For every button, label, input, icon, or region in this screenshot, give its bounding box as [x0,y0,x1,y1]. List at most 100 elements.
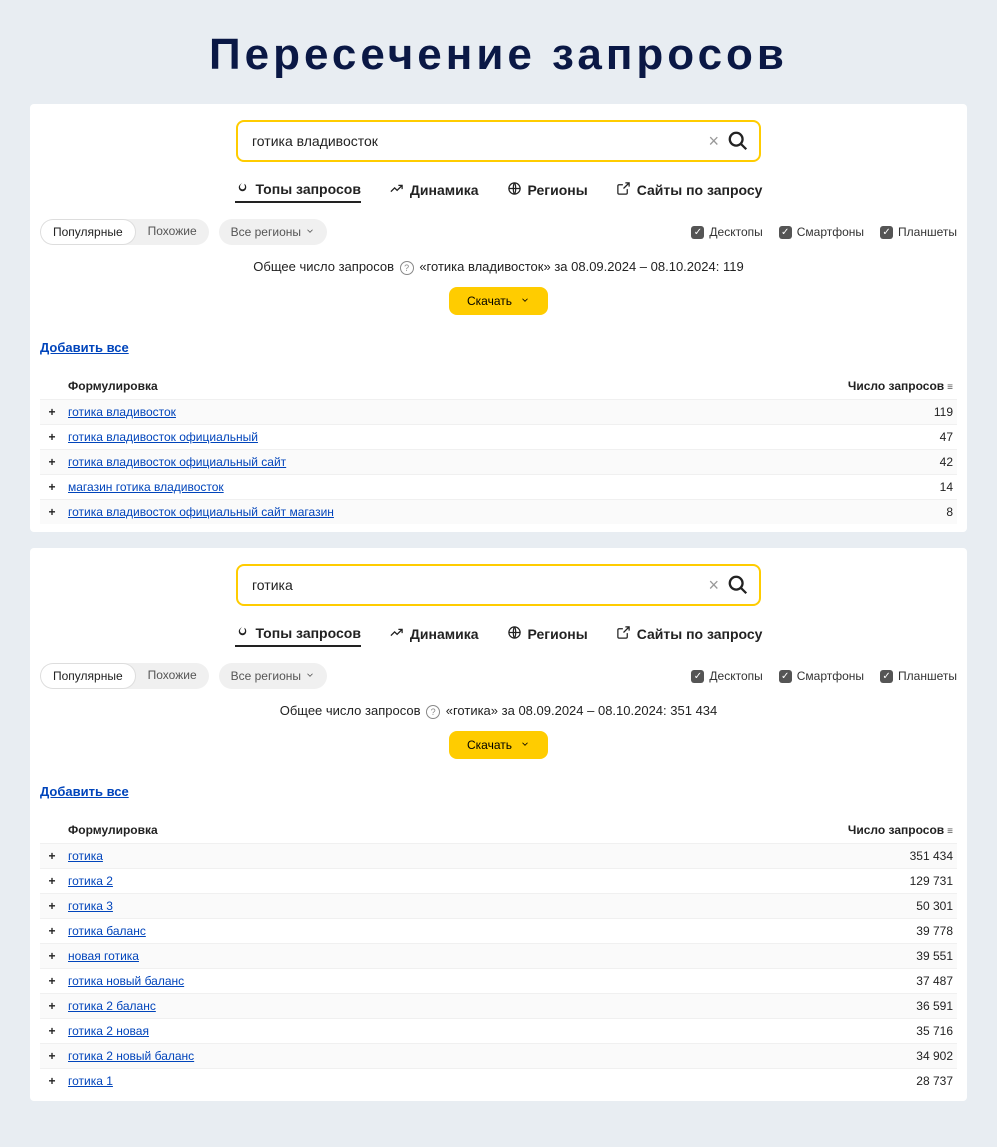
tab-label: Топы запросов [256,181,361,197]
device-label: Смартфоны [797,225,864,239]
phrase-link[interactable]: готика 2 новый баланс [68,1049,194,1063]
add-row-button[interactable]: + [40,919,64,944]
tab-2[interactable]: Регионы [507,624,588,647]
globe-icon [507,181,522,199]
tab-3[interactable]: Сайты по запросу [616,180,763,203]
stats-prefix: Общее число запросов [280,703,421,718]
phrase-link[interactable]: готика 1 [68,1074,113,1088]
add-row-button[interactable]: + [40,450,64,475]
count-value: 28 737 [549,1069,957,1094]
add-all-link[interactable]: Добавить все [40,784,129,799]
tab-0[interactable]: Топы запросов [235,180,361,203]
search-button[interactable] [727,130,749,152]
info-icon[interactable]: ? [400,261,414,275]
add-row-button[interactable]: + [40,994,64,1019]
phrase-link[interactable]: готика баланс [68,924,146,938]
clear-icon[interactable]: × [700,575,727,596]
table-row: + готика новый баланс 37 487 [40,969,957,994]
tab-1[interactable]: Динамика [389,624,479,647]
tab-label: Регионы [528,626,588,642]
checkbox-icon: ✓ [691,670,704,683]
device-check-0[interactable]: ✓Десктопы [691,669,762,683]
checkbox-icon: ✓ [779,670,792,683]
device-check-1[interactable]: ✓Смартфоны [779,225,864,239]
tab-2[interactable]: Регионы [507,180,588,203]
table-row: +готика 2 новая35 716 [40,1019,957,1044]
col-phrase[interactable]: Формулировка [64,373,696,400]
device-label: Планшеты [898,669,957,683]
results-table: ФормулировкаЧисло запросов≡ + готика влади… [40,373,957,524]
table-row: +готика владивосток официальный47 [40,425,957,450]
table-row: +готика 2129 731 [40,869,957,894]
phrase-link[interactable]: новая готика [68,949,139,963]
controls-row: ПопулярныеПохожиеВсе регионы✓Десктопы✓См… [40,663,957,689]
region-filter[interactable]: Все регионы [219,219,327,245]
tab-label: Динамика [410,182,479,198]
add-row-button[interactable]: + [40,475,64,500]
count-value: 37 487 [549,969,957,994]
table-row: + готика 1 28 737 [40,1069,957,1094]
count-value: 36 591 [549,994,957,1019]
phrase-link[interactable]: готика владивосток официальный [68,430,258,444]
phrase-link[interactable]: готика новый баланс [68,974,184,988]
add-all-link[interactable]: Добавить все [40,340,129,355]
device-label: Смартфоны [797,669,864,683]
search-button[interactable] [727,574,749,596]
phrase-link[interactable]: готика 2 баланс [68,999,156,1013]
search-input[interactable] [252,133,700,149]
col-count[interactable]: Число запросов≡ [696,373,957,400]
add-row-button[interactable]: + [40,844,64,869]
add-row-button[interactable]: + [40,425,64,450]
download-label: Скачать [467,738,512,752]
search-box: × [236,120,761,162]
search-box: × [236,564,761,606]
col-count[interactable]: Число запросов≡ [549,817,957,844]
phrase-link[interactable]: готика владивосток официальный сайт [68,455,286,469]
stats-query: «готика владивосток» [419,259,550,274]
add-row-button[interactable]: + [40,969,64,994]
seg-1[interactable]: Похожие [136,663,209,689]
tab-label: Регионы [528,182,588,198]
add-row-button[interactable]: + [40,869,64,894]
device-check-2[interactable]: ✓Планшеты [880,669,957,683]
device-check-1[interactable]: ✓ Смартфоны [779,669,864,683]
table-row: +готика владивосток официальный сайт42 [40,450,957,475]
trend-icon [389,625,404,643]
download-button[interactable]: Скачать [449,287,548,315]
info-icon[interactable]: ? [426,705,440,719]
device-check-0[interactable]: ✓Десктопы [691,225,762,239]
tab-0[interactable]: Топы запросов [235,624,361,647]
clear-icon[interactable]: × [700,131,727,152]
tab-3[interactable]: Сайты по запросу [616,624,763,647]
pill-group: ПопулярныеПохожие Все регионы [40,663,327,689]
phrase-link[interactable]: готика 2 новая [68,1024,149,1038]
seg-1[interactable]: Похожие [136,219,209,245]
seg-0[interactable]: Популярные [40,219,136,245]
phrase-link[interactable]: готика 2 [68,874,113,888]
region-filter[interactable]: Все регионы [219,663,327,689]
phrase-link[interactable]: магазин готика владивосток [68,480,224,494]
phrase-link[interactable]: готика владивосток [68,405,176,419]
add-row-button[interactable]: + [40,1019,64,1044]
add-row-button[interactable]: + [40,894,64,919]
phrase-link[interactable]: готика [68,849,103,863]
add-row-button[interactable]: + [40,400,64,425]
stats-line: Общее число запросов ? «готика владивост… [40,259,957,275]
download-button[interactable]: Скачать [449,731,548,759]
count-value: 34 902 [549,1044,957,1069]
add-row-button[interactable]: + [40,500,64,525]
seg-0[interactable]: Популярные [40,663,136,689]
trend-icon [389,181,404,199]
phrase-link[interactable]: готика 3 [68,899,113,913]
tab-1[interactable]: Динамика [389,180,479,203]
add-row-button[interactable]: + [40,1044,64,1069]
device-check-2[interactable]: ✓Планшеты [880,225,957,239]
add-row-button[interactable]: + [40,1069,64,1094]
search-input[interactable] [252,577,700,593]
table-row: + готика 2 новый баланс 34 902 [40,1044,957,1069]
controls-row: ПопулярныеПохожие Все регионы ✓Десктопы ✓См… [40,219,957,245]
add-row-button[interactable]: + [40,944,64,969]
col-phrase[interactable]: Формулировка [64,817,549,844]
chevron-down-icon [305,225,315,239]
phrase-link[interactable]: готика владивосток официальный сайт мага… [68,505,334,519]
